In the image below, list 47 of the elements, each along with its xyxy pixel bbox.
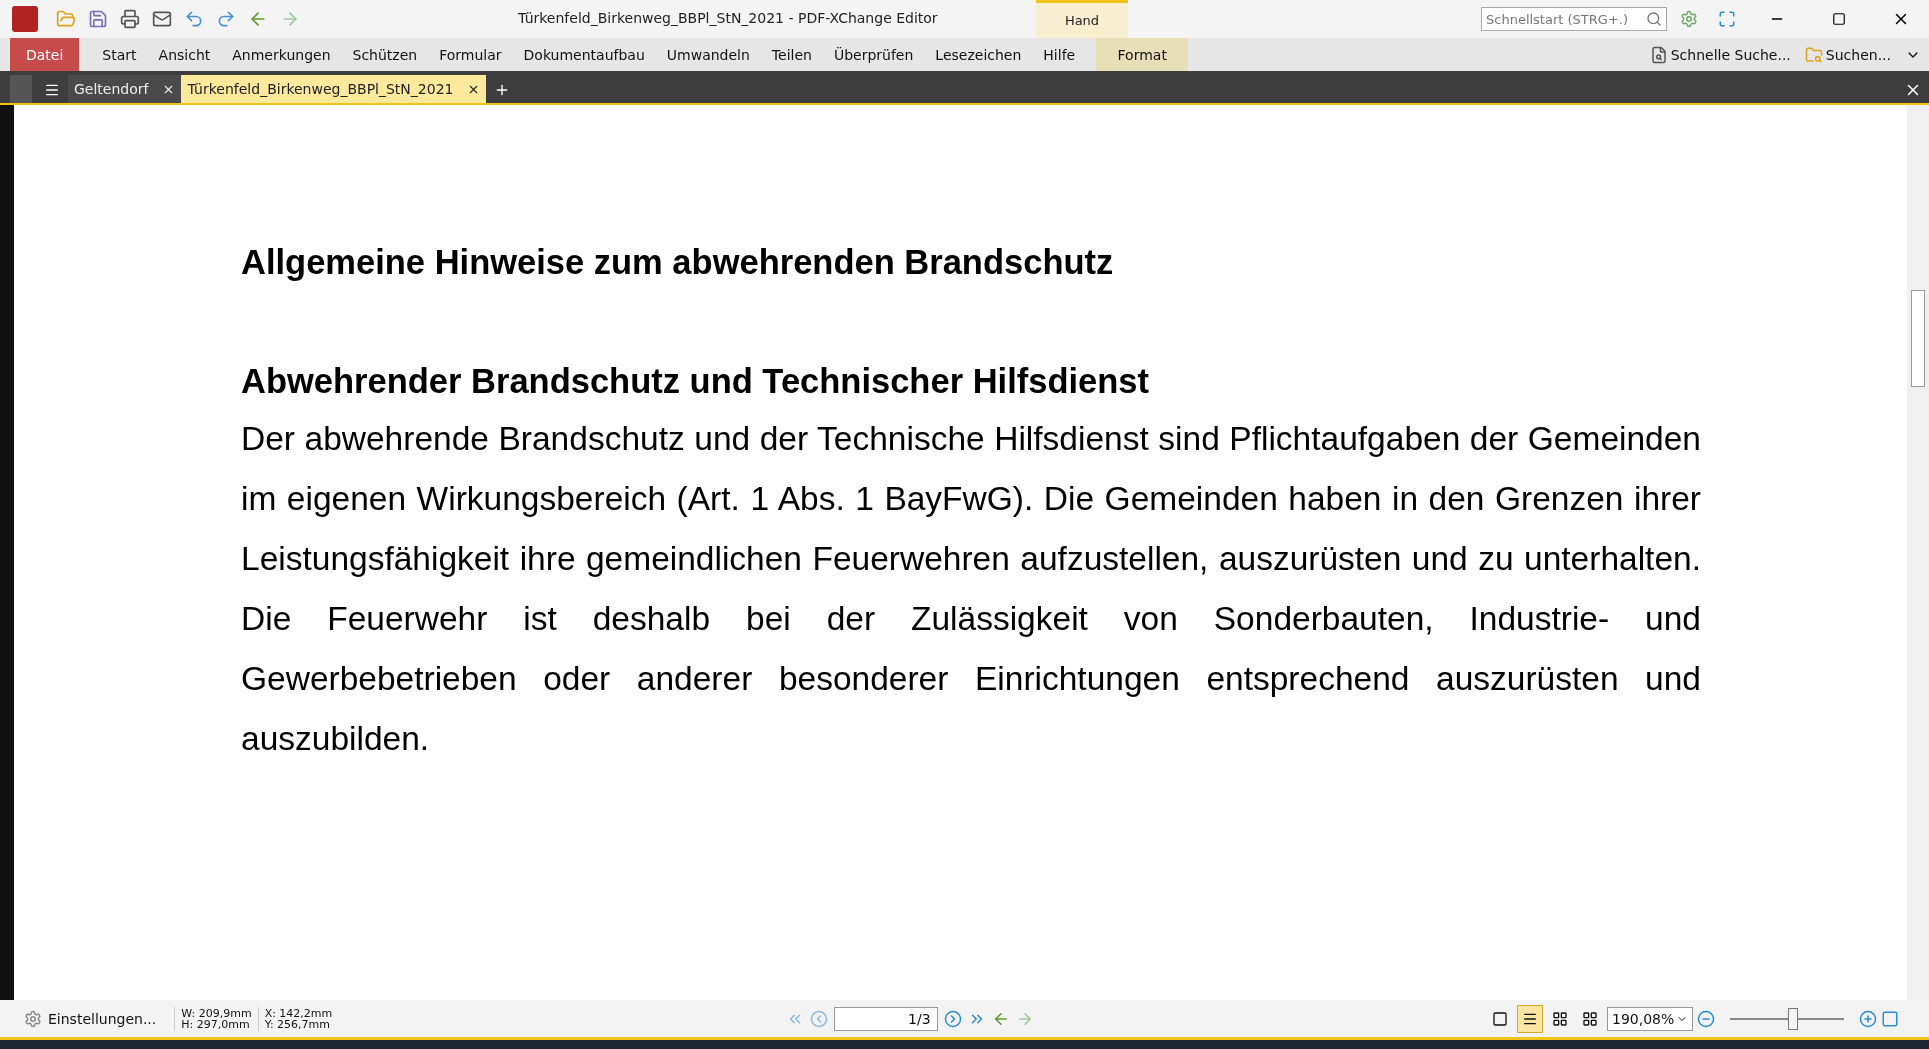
menu-item[interactable]: Formular [428, 38, 513, 71]
toolbar-button[interactable]: Suchen... [1804, 45, 1891, 64]
folder-search-icon [1804, 45, 1823, 64]
menu-item[interactable]: Lesezeichen [924, 38, 1033, 71]
heading: Allgemeine Hinweise zum abwehrenden Brandschutz [241, 243, 1115, 282]
search-icon [1646, 11, 1662, 27]
document-search-icon [1649, 45, 1668, 64]
menu-item[interactable]: Umwandeln [655, 38, 761, 71]
menu-item[interactable]: Ansicht [147, 38, 222, 71]
menu-item[interactable]: Schützen [341, 38, 429, 71]
facing-continuous-icon [1582, 1010, 1598, 1027]
gear-icon [24, 1009, 42, 1028]
context-tab[interactable]: Format [1096, 38, 1189, 71]
zoom-out-icon [1697, 1009, 1715, 1028]
x-readout: X: 142,2mm [264, 1007, 333, 1019]
paragraph: Der abwehrende Brandschutz und der Technische Hilfsdienst sind Pflichtaufgaben der Gemeinden im eigenen Wirkungsbereich (Art. 1 Abs. 1 BayFwG). Die Gemeinden haben in den Grenzen ihrer Leistungsfähigkeit ihre gemeindlichen Feuerwehren aufzustellen, auszurüsten und zu unterhalten. Die Feuerwehr ist deshalb bei der Zulässigkeit von Sonderbauten, Industrie- und Gewerbebetrieben oder anderer besonderer Einrichtungen entsprechend auszurüsten und auszubilden. [241, 419, 1701, 759]
y-readout: Y: 256,7mm [264, 1018, 330, 1030]
zoom-in-icon [1859, 1009, 1877, 1028]
page-field[interactable]: 1/3 [833, 1006, 938, 1031]
toolbar-button[interactable]: Schnelle Suche... [1649, 45, 1791, 64]
drag-grip [10, 75, 32, 103]
scrollbar[interactable] [1907, 105, 1929, 1000]
restore-icon[interactable] [1832, 12, 1846, 26]
view-mode-button[interactable] [1517, 1004, 1543, 1033]
menu-item[interactable]: Teilen [760, 38, 823, 71]
settings-button[interactable]: Einstellungen... [48, 1010, 157, 1027]
app-logo-icon [12, 6, 38, 32]
menu-item[interactable]: Start [91, 38, 148, 71]
menu-item[interactable]: Hilfe [1032, 38, 1087, 71]
subheading: Abwehrender Brandschutz und Technischer Hilfsdienst [241, 362, 1150, 401]
window-icon [1881, 1009, 1899, 1028]
facing-pages-icon [1552, 1010, 1568, 1027]
document-tab[interactable]: Türkenfeld_Birkenweg_BBPl_StN_2021 [181, 75, 487, 103]
single-page-icon [1492, 1010, 1508, 1027]
window-title: Türkenfeld_Birkenweg_BBPl_StN_2021 - PDF-XChange Editor [518, 10, 938, 26]
menu-item[interactable]: Anmerkungen [221, 38, 342, 71]
context-tab-group: Hand [1036, 0, 1128, 38]
menu-item[interactable]: Dokumentaufbau [512, 38, 656, 71]
height-readout: H: 297,0mm [181, 1018, 250, 1030]
quick-launch-field[interactable]: Schnellstart (STRG+.) [1481, 7, 1667, 31]
document-tab[interactable]: Geltendorf [68, 75, 182, 103]
file-menu[interactable]: Datei [10, 38, 80, 71]
width-readout: W: 209,9mm [181, 1007, 252, 1019]
menu-item[interactable]: Überprüfen [822, 38, 925, 71]
previous-page-icon [809, 1009, 828, 1028]
next-page-icon [943, 1009, 962, 1028]
zoom-field[interactable]: 190,08% [1607, 1006, 1693, 1031]
